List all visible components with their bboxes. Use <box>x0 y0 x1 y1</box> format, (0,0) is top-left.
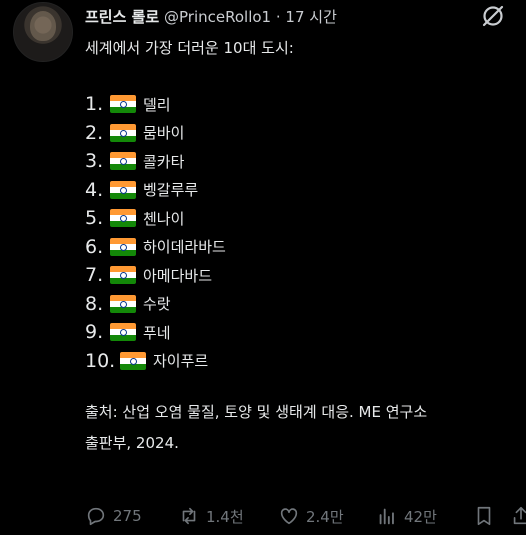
city-name: 첸나이 <box>143 209 185 228</box>
city-name: 하이데라바드 <box>143 238 226 257</box>
city-name: 자이푸르 <box>153 352 209 371</box>
india-flag-icon <box>120 351 146 370</box>
post-body: 세계에서 가장 더러운 10대 도시: 1. 델리 2. 뭄바이 3. 콜카타 4. 벵… <box>85 37 505 452</box>
india-flag-icon <box>110 123 136 142</box>
view-count: 42만 <box>404 507 437 526</box>
reply-icon <box>87 507 105 526</box>
author-handle[interactable]: @PrinceRollo1 <box>164 8 271 26</box>
list-item: 3. 콜카타 <box>85 147 226 176</box>
repost-icon <box>182 507 196 525</box>
city-name: 수랏 <box>143 295 171 314</box>
action-bar: 275 1.4천 2.4만 42만 <box>0 502 526 530</box>
list-number: 8. <box>85 292 104 315</box>
repost-count: 1.4천 <box>206 507 244 526</box>
bookmark-button[interactable] <box>473 505 501 527</box>
source-line: 출처: 산업 오염 물질, 토양 및 생태계 대응. ME 연구소 <box>85 403 428 421</box>
india-flag-icon <box>110 95 136 114</box>
city-name: 아메다바드 <box>143 266 213 285</box>
author-name[interactable]: 프린스 롤로 <box>85 8 159 26</box>
share-icon <box>513 506 526 525</box>
india-flag-icon <box>110 237 136 256</box>
heart-icon <box>280 508 298 525</box>
list-number: 2. <box>85 121 104 144</box>
list-number: 1. <box>85 93 104 116</box>
city-name: 푸네 <box>143 323 171 342</box>
bookmark-icon <box>477 506 491 526</box>
list-number: 9. <box>85 321 104 344</box>
like-button[interactable]: 2.4만 <box>278 505 344 527</box>
list-number: 4. <box>85 178 104 201</box>
reply-count: 275 <box>113 507 142 525</box>
post-header: 프린스 롤로 @PrinceRollo1 · 17 시간 <box>85 6 337 27</box>
views-icon <box>379 508 394 525</box>
india-flag-icon <box>110 180 136 199</box>
repost-button[interactable]: 1.4천 <box>178 505 244 527</box>
list-number: 3. <box>85 150 104 173</box>
grok-icon[interactable] <box>480 3 506 29</box>
city-name: 델리 <box>143 95 171 114</box>
india-flag-icon <box>110 266 136 285</box>
like-count: 2.4만 <box>306 507 344 526</box>
india-flag-icon <box>110 323 136 342</box>
views-button[interactable]: 42만 <box>376 505 437 527</box>
share-button[interactable] <box>510 505 526 527</box>
list-item: 5. 첸나이 <box>85 204 226 233</box>
source-line: 출판부, 2024. <box>85 434 179 452</box>
avatar[interactable] <box>13 2 73 62</box>
list-number: 7. <box>85 264 104 287</box>
list-item: 6. 하이데라바드 <box>85 233 226 262</box>
list-item: 8. 수랏 <box>85 290 226 319</box>
city-name: 뭄바이 <box>143 124 185 143</box>
city-name: 콜카타 <box>143 152 185 171</box>
list-number: 10. <box>85 349 116 372</box>
list-item: 2. 뭄바이 <box>85 119 226 148</box>
list-item: 4. 벵갈루루 <box>85 176 226 205</box>
city-list: 1. 델리 2. 뭄바이 3. 콜카타 4. 벵갈루루 5. 첸나이 6. 하이데라바드 7… <box>85 90 226 375</box>
city-name: 벵갈루루 <box>143 181 199 200</box>
india-flag-icon <box>110 209 136 228</box>
reply-button[interactable]: 275 <box>85 505 142 527</box>
post-time[interactable]: · 17 시간 <box>276 8 337 26</box>
list-item: 1. 델리 <box>85 90 226 119</box>
list-number: 6. <box>85 235 104 258</box>
post-title: 세계에서 가장 더러운 10대 도시: <box>85 39 294 57</box>
list-item: 7. 아메다바드 <box>85 261 226 290</box>
list-item: 10. 자이푸르 <box>85 347 226 376</box>
india-flag-icon <box>110 152 136 171</box>
list-number: 5. <box>85 207 104 230</box>
india-flag-icon <box>110 294 136 313</box>
list-item: 9. 푸네 <box>85 318 226 347</box>
source-citation: 출처: 산업 오염 물질, 토양 및 생태계 대응. ME 연구소 출판부, 2… <box>85 397 505 459</box>
